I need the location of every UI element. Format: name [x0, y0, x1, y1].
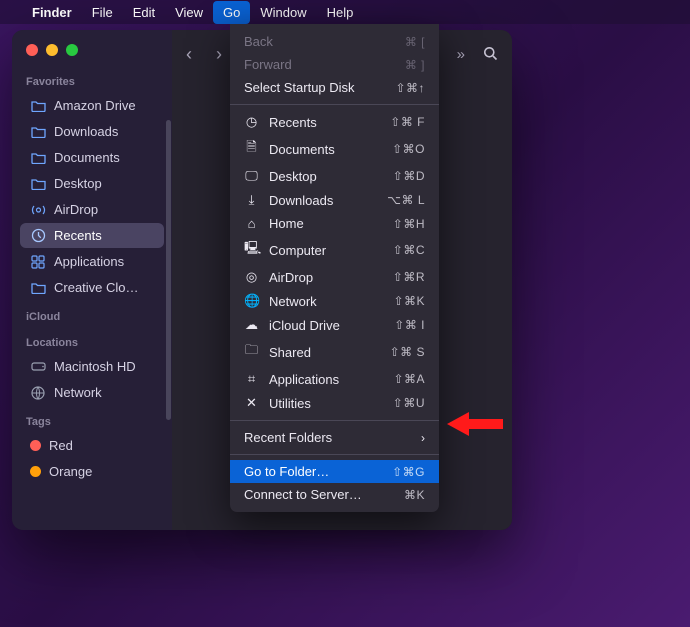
sidebar-item-label: Documents: [54, 150, 120, 165]
wrench-icon: ✕: [244, 395, 259, 411]
clock-icon: [30, 228, 46, 243]
sidebar-scrollbar[interactable]: [166, 120, 171, 420]
menubar-app-name[interactable]: Finder: [22, 1, 82, 24]
sidebar-item-label: Red: [49, 438, 73, 453]
menu-item-airdrop[interactable]: ◎ AirDrop ⇧⌘R: [230, 265, 439, 289]
menu-item-connect-to-server[interactable]: Connect to Server… ⌘K: [230, 483, 439, 506]
menu-item-back: Back ⌘ [: [230, 30, 439, 53]
cloud-icon: ☁: [244, 317, 259, 333]
clock-icon: ◷: [244, 114, 259, 130]
go-menu: Back ⌘ [ Forward ⌘ ] Select Startup Disk…: [230, 24, 439, 512]
tag-orange-icon: [30, 466, 41, 477]
more-toolbar-button[interactable]: »: [457, 46, 465, 63]
computer-icon: 🖳: [244, 239, 259, 261]
search-icon[interactable]: [483, 46, 498, 63]
menu-item-home[interactable]: ⌂ Home ⇧⌘H: [230, 212, 439, 235]
shared-folder-icon: 🗀: [244, 341, 259, 363]
menu-item-documents[interactable]: 🗎 Documents ⇧⌘O: [230, 134, 439, 164]
sidebar-item-label: Amazon Drive: [54, 98, 136, 113]
menubar: Finder File Edit View Go Window Help: [0, 0, 690, 24]
zoom-window-button[interactable]: [66, 44, 78, 56]
folder-icon: [30, 282, 46, 294]
menu-separator: [230, 420, 439, 421]
grid-icon: ⌗: [244, 371, 259, 387]
menubar-item-go[interactable]: Go: [213, 1, 250, 24]
menubar-item-file[interactable]: File: [82, 1, 123, 24]
menu-item-downloads[interactable]: ⤓ Downloads ⌥⌘ L: [230, 188, 439, 212]
desktop-icon: 🖵: [244, 168, 259, 184]
document-icon: 🗎: [244, 138, 259, 160]
airdrop-icon: [30, 203, 46, 217]
sidebar-item-label: Network: [54, 385, 102, 400]
sidebar-item-recents[interactable]: Recents: [20, 223, 164, 248]
menubar-item-window[interactable]: Window: [250, 1, 316, 24]
sidebar-item-desktop[interactable]: Desktop: [20, 171, 164, 196]
close-window-button[interactable]: [26, 44, 38, 56]
menubar-item-help[interactable]: Help: [317, 1, 364, 24]
sidebar-item-amazon-drive[interactable]: Amazon Drive: [20, 93, 164, 118]
menu-item-recent-folders[interactable]: Recent Folders ›: [230, 426, 439, 449]
menu-item-applications[interactable]: ⌗ Applications ⇧⌘A: [230, 367, 439, 391]
sidebar-item-airdrop[interactable]: AirDrop: [20, 197, 164, 222]
sidebar-tag-orange[interactable]: Orange: [20, 459, 164, 484]
folder-icon: [30, 152, 46, 164]
sidebar-item-label: AirDrop: [54, 202, 98, 217]
folder-icon: [30, 178, 46, 190]
sidebar-item-network[interactable]: Network: [20, 380, 164, 405]
download-icon: ⤓: [244, 192, 259, 208]
menu-item-select-startup-disk[interactable]: Select Startup Disk ⇧⌘↑: [230, 76, 439, 99]
globe-icon: 🌐: [244, 293, 259, 309]
home-icon: ⌂: [244, 216, 259, 231]
menu-item-forward: Forward ⌘ ]: [230, 53, 439, 76]
finder-sidebar: Favorites Amazon Drive Downloads Documen…: [12, 30, 172, 530]
menu-item-network[interactable]: 🌐 Network ⇧⌘K: [230, 289, 439, 313]
tag-red-icon: [30, 440, 41, 451]
sidebar-item-documents[interactable]: Documents: [20, 145, 164, 170]
sidebar-item-applications[interactable]: Applications: [20, 249, 164, 274]
sidebar-section-locations: Locations: [12, 327, 172, 353]
annotation-arrow-icon: [445, 410, 505, 438]
menu-item-utilities[interactable]: ✕ Utilities ⇧⌘U: [230, 391, 439, 415]
disk-icon: [30, 361, 46, 372]
sidebar-item-label: Desktop: [54, 176, 102, 191]
folder-icon: [30, 100, 46, 112]
minimize-window-button[interactable]: [46, 44, 58, 56]
sidebar-item-macintosh-hd[interactable]: Macintosh HD: [20, 354, 164, 379]
sidebar-item-label: Macintosh HD: [54, 359, 136, 374]
menu-item-computer[interactable]: 🖳 Computer ⇧⌘C: [230, 235, 439, 265]
sidebar-item-downloads[interactable]: Downloads: [20, 119, 164, 144]
sidebar-section-favorites: Favorites: [12, 66, 172, 92]
menu-item-icloud-drive[interactable]: ☁ iCloud Drive ⇧⌘ I: [230, 313, 439, 337]
globe-icon: [30, 386, 46, 400]
sidebar-item-label: Applications: [54, 254, 124, 269]
menu-item-go-to-folder[interactable]: Go to Folder… ⇧⌘G: [230, 460, 439, 483]
menu-separator: [230, 454, 439, 455]
sidebar-item-label: Recents: [54, 228, 102, 243]
chevron-right-icon: ›: [421, 431, 425, 445]
sidebar-item-creative-cloud[interactable]: Creative Clo…: [20, 275, 164, 300]
sidebar-item-label: Orange: [49, 464, 92, 479]
sidebar-tag-red[interactable]: Red: [20, 433, 164, 458]
sidebar-section-tags: Tags: [12, 406, 172, 432]
grid-icon: [30, 255, 46, 269]
menu-item-desktop[interactable]: 🖵 Desktop ⇧⌘D: [230, 164, 439, 188]
menubar-item-edit[interactable]: Edit: [123, 1, 165, 24]
airdrop-icon: ◎: [244, 269, 259, 285]
sidebar-item-label: Downloads: [54, 124, 118, 139]
menu-item-recents[interactable]: ◷ Recents ⇧⌘ F: [230, 110, 439, 134]
folder-icon: [30, 126, 46, 138]
forward-button[interactable]: ›: [216, 44, 222, 65]
back-button[interactable]: ‹: [186, 44, 192, 65]
menu-separator: [230, 104, 439, 105]
sidebar-section-icloud: iCloud: [12, 301, 172, 327]
menubar-item-view[interactable]: View: [165, 1, 213, 24]
window-controls: [12, 44, 172, 66]
sidebar-item-label: Creative Clo…: [54, 280, 139, 295]
menu-item-shared[interactable]: 🗀 Shared ⇧⌘ S: [230, 337, 439, 367]
